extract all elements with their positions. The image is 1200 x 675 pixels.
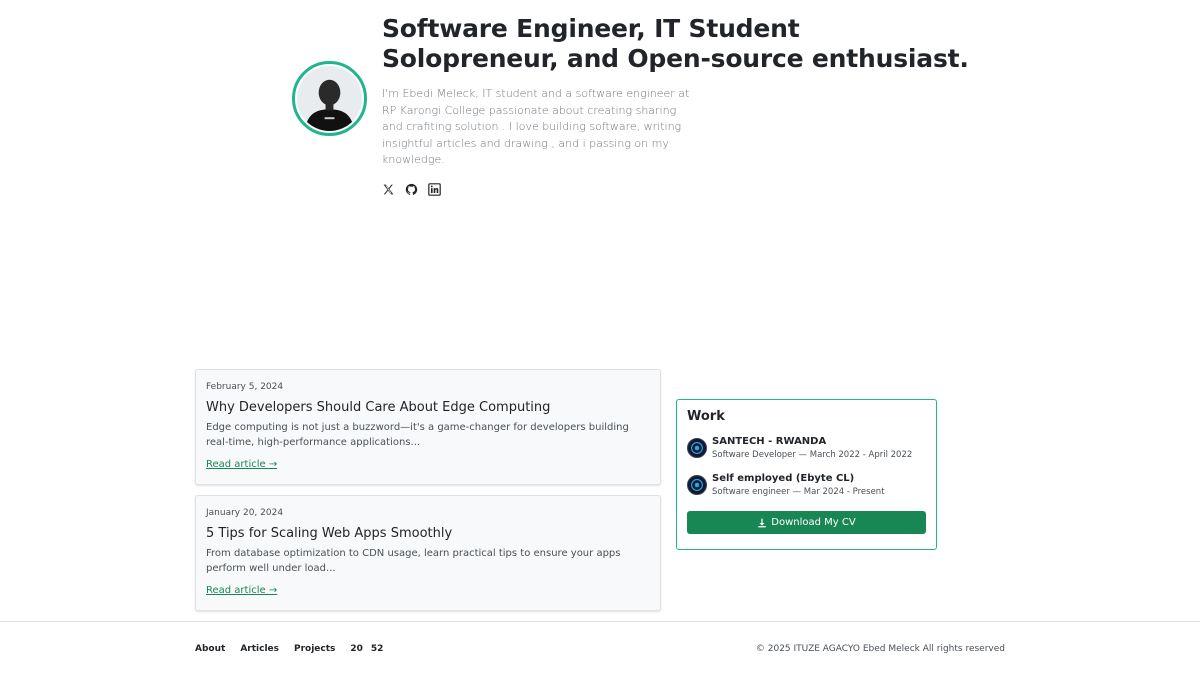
job-item: SANTECH - RWANDA Software Developer — Ma… [687,436,926,460]
footer-link-articles[interactable]: Articles [240,644,279,654]
work-panel: Work SANTECH - RWANDA Software Developer… [676,399,937,550]
x-link[interactable] [382,183,395,196]
company-logo-icon [688,476,706,494]
avatar [292,61,367,136]
title-line-1: Software Engineer, IT Student [382,14,800,43]
article-card: January 20, 2024 5 Tips for Scaling Web … [195,495,661,611]
bio-text: I'm Ebedi Meleck, IT student and a softw… [382,87,690,166]
linkedin-icon [428,182,441,196]
article-title[interactable]: 5 Tips for Scaling Web Apps Smoothly [206,526,650,541]
read-article-link[interactable]: Read article → [206,459,277,470]
footer-link-20[interactable]: 20 [350,644,363,654]
articles-list: February 5, 2024 Why Developers Should C… [195,369,661,621]
footer-nav: About Articles Projects 20 52 [195,644,383,654]
job-role: Software Developer — March 2022 - April … [712,450,913,460]
footer-link-about[interactable]: About [195,644,225,654]
job-company: Self employed (Ebyte CL) [712,473,855,484]
article-date: February 5, 2024 [206,382,284,392]
read-article-link[interactable]: Read article → [206,585,277,596]
job-company: SANTECH - RWANDA [712,436,827,447]
article-card: February 5, 2024 Why Developers Should C… [195,369,661,485]
article-title[interactable]: Why Developers Should Care About Edge Co… [206,400,650,415]
article-date: January 20, 2024 [206,508,284,518]
linkedin-link[interactable] [428,182,441,196]
page-title: Software Engineer, IT Student Solopreneu… [382,14,992,74]
x-icon [383,184,394,194]
footer: About Articles Projects 20 52 © 2025 ITU… [0,621,1200,675]
article-excerpt: From database optimization to CDN usage,… [206,548,621,574]
job-item: Self employed (Ebyte CL) Software engine… [687,473,926,497]
job-role: Software engineer — Mar 2024 - Present [712,487,885,497]
footer-link-projects[interactable]: Projects [294,644,335,654]
company-logo [687,438,707,458]
title-line-2: Solopreneur, and Open-source enthusiast. [382,44,969,73]
article-excerpt: Edge computing is not just a buzzword—it… [206,422,629,448]
github-link[interactable] [405,183,418,196]
download-cv-button[interactable]: Download My CV [687,511,926,534]
avatar-photo [297,66,362,131]
company-logo-icon [688,439,706,457]
social-links [382,182,992,196]
download-cv-label: Download My CV [771,517,856,528]
work-title: Work [687,409,725,424]
copyright-text: © 2025 ITUZE AGACYO Ebed Meleck All righ… [755,644,1005,654]
company-logo [687,475,707,495]
footer-link-52[interactable]: 52 [371,644,384,654]
download-icon [758,518,767,527]
github-icon [405,183,418,195]
